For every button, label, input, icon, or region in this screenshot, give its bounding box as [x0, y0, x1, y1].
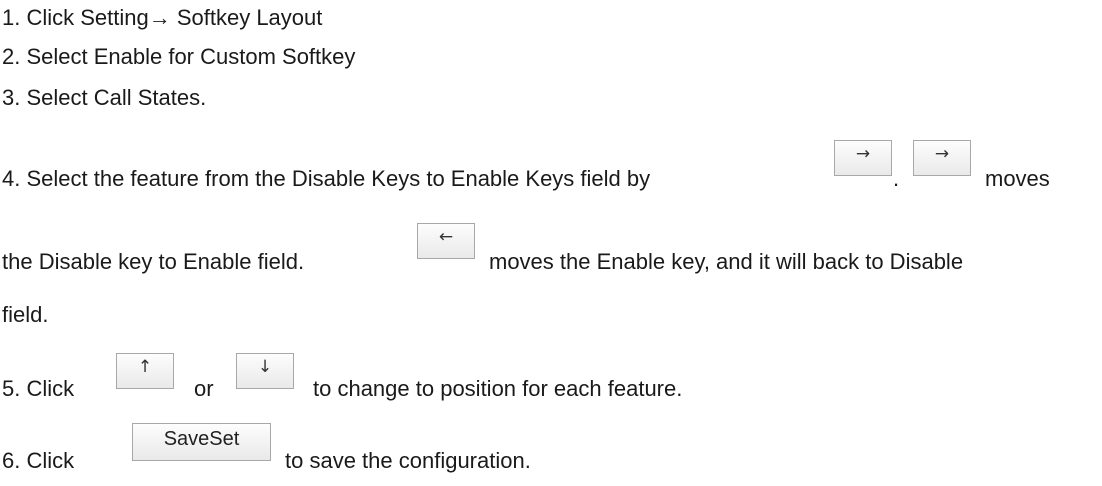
move-left-button[interactable]: ← [417, 223, 475, 259]
saveset-button[interactable]: SaveSet [132, 423, 271, 461]
step-4-text-d: moves the Enable key, and it will back t… [489, 249, 964, 274]
step-1: 1. Click Setting→ Softkey Layout [2, 5, 323, 30]
move-down-button[interactable]: ↓ [236, 353, 294, 389]
move-right-button-2[interactable]: → [913, 140, 971, 176]
step-4-text-b: moves [985, 166, 1050, 191]
step-6-text-b: to save the configuration. [285, 448, 531, 473]
step-4-text-a: 4. Select the feature from the Disable K… [2, 166, 651, 191]
step-2: 2. Select Enable for Custom Softkey [2, 44, 356, 69]
step-6-text-a: 6. Click [2, 448, 75, 473]
step-5-or: or [194, 376, 214, 401]
step-3: 3. Select Call States. [2, 85, 207, 110]
step-5-text-b: to change to position for each feature. [313, 376, 683, 401]
step-4-period: . [893, 166, 900, 191]
step-4-text-e: field. [2, 302, 49, 327]
step-4-text-c: the Disable key to Enable field. [2, 249, 305, 274]
move-right-button-1[interactable]: → [834, 140, 892, 176]
move-up-button[interactable]: ↑ [116, 353, 174, 389]
step-5-text-a: 5. Click [2, 376, 75, 401]
